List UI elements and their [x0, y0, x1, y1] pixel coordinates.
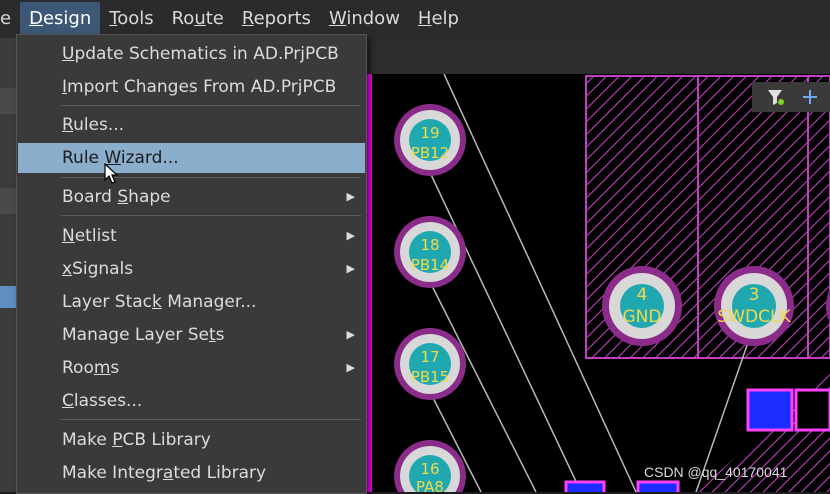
menu-help[interactable]: Help [409, 2, 468, 36]
menu-design[interactable]: Design [20, 2, 101, 36]
smd-pad [746, 388, 794, 432]
pad-number: 18 [420, 236, 439, 254]
pad-net: PB15 [411, 368, 449, 386]
mouse-cursor-icon [104, 163, 119, 184]
menu-item-rule-wizard[interactable]: Rule Wizard... [18, 143, 365, 173]
submenu-arrow-icon: ▶ [346, 262, 355, 275]
menu-item-manage-layer-sets[interactable]: Manage Layer Sets ▶ [18, 320, 365, 350]
submenu-arrow-icon: ▶ [346, 229, 355, 242]
pad-number: 17 [420, 348, 439, 366]
submenu-arrow-icon: ▶ [346, 361, 355, 374]
smd-pad [564, 480, 606, 492]
menu-tools[interactable]: Tools [100, 2, 162, 36]
pad-number: 4 [637, 285, 648, 305]
menu-item-xsignals[interactable]: xSignals ▶ [18, 254, 365, 284]
pad-3[interactable] [714, 266, 794, 346]
pcb-canvas[interactable]: 19 PB12 18 PB14 17 PB15 16 PA8 4 GND 3 S… [366, 74, 830, 492]
pad-net: PA8 [416, 478, 444, 492]
panel-row [0, 188, 16, 214]
panel-row [0, 88, 16, 114]
pad-4[interactable] [602, 266, 682, 346]
menu-item-classes[interactable]: Classes... [18, 386, 365, 416]
trace [425, 163, 582, 492]
menu-separator [61, 215, 361, 216]
smd-pad [794, 388, 830, 432]
left-panel-edge [0, 38, 16, 492]
menu-window[interactable]: Window [320, 2, 409, 36]
pad-number: 3 [749, 285, 760, 305]
menu-separator [61, 419, 361, 420]
smd-pad [636, 480, 680, 492]
menu-file-partial[interactable]: e [0, 2, 20, 36]
pad-number: 19 [420, 124, 439, 142]
menu-route[interactable]: Route [163, 2, 233, 36]
pad-net: PB12 [411, 144, 449, 162]
pad-net: PB14 [411, 256, 449, 274]
pad-net: SWDCLK [717, 307, 791, 327]
watermark: CSDN @qq_40170041 [644, 464, 788, 480]
filter-icon[interactable] [768, 90, 784, 105]
menu-item-rules[interactable]: Rules... [18, 110, 365, 140]
pcb-drawing: 19 PB12 18 PB14 17 PB15 16 PA8 4 GND 3 S… [366, 74, 830, 492]
menu-item-import-changes[interactable]: Import Changes From AD.PrjPCB [18, 72, 365, 102]
menu-item-make-integrated-library[interactable]: Make Integrated Library [18, 458, 365, 488]
menu-item-netlist[interactable]: Netlist ▶ [18, 221, 365, 251]
menu-item-layer-stack-manager[interactable]: Layer Stack Manager... [18, 287, 365, 317]
document-tab-bar [366, 38, 830, 74]
pad-net: GND [623, 307, 662, 327]
design-menu: Update Schematics in AD.PrjPCB Import Ch… [16, 34, 367, 494]
menu-item-rooms[interactable]: Rooms ▶ [18, 353, 365, 383]
canvas-toolbar [752, 82, 830, 112]
add-icon[interactable] [803, 90, 817, 104]
menu-reports[interactable]: Reports [233, 2, 320, 36]
menu-item-make-pcb-library[interactable]: Make PCB Library [18, 425, 365, 455]
menu-separator [61, 105, 361, 106]
panel-row-selected[interactable] [0, 286, 16, 308]
menu-item-update-schematics[interactable]: Update Schematics in AD.PrjPCB [18, 39, 365, 69]
submenu-arrow-icon: ▶ [346, 328, 355, 341]
pad-number: 16 [420, 460, 439, 478]
menu-item-board-shape[interactable]: Board Shape ▶ [18, 182, 365, 212]
submenu-arrow-icon: ▶ [346, 190, 355, 203]
